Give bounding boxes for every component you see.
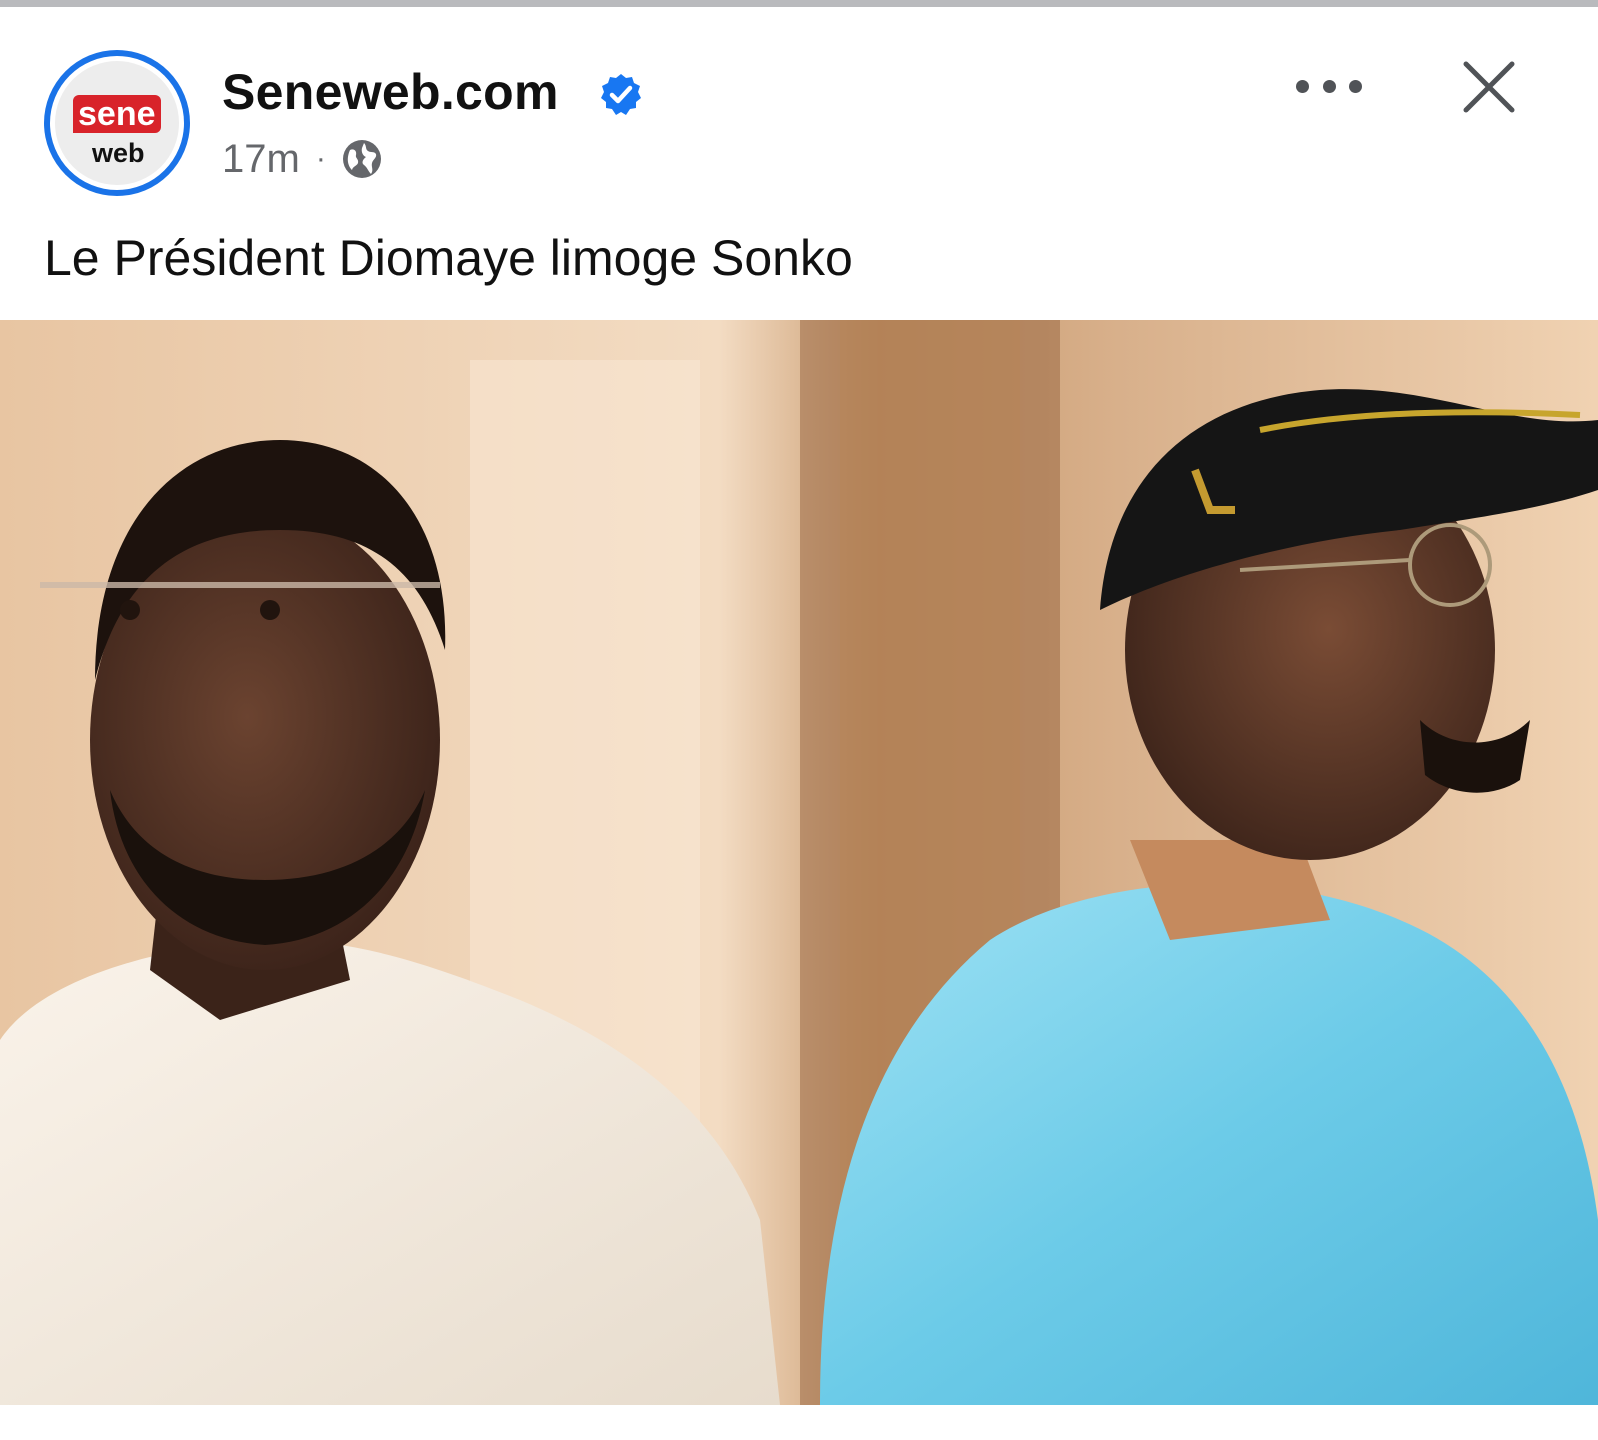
logo-sene-text: sene	[73, 95, 161, 133]
top-divider	[0, 0, 1598, 7]
post-viewer: sene web Seneweb.com 17m · Le Président …	[0, 0, 1598, 1440]
post-photo[interactable]	[0, 320, 1598, 1405]
logo-web-text: web	[92, 138, 145, 168]
more-options-button[interactable]	[1296, 66, 1362, 106]
verified-badge-icon	[601, 74, 641, 115]
post-timestamp[interactable]: 17m	[222, 137, 300, 182]
post-meta: 17m ·	[222, 134, 384, 184]
bottom-strip	[0, 1405, 1598, 1440]
seneweb-logo: sene web	[55, 61, 179, 185]
globe-icon	[342, 140, 381, 178]
post-caption: Le Président Diomaye limoge Sonko	[44, 230, 853, 286]
close-button[interactable]	[1460, 58, 1518, 116]
more-options-icon	[1296, 79, 1309, 93]
page-name-link[interactable]: Seneweb.com	[222, 62, 559, 122]
page-avatar[interactable]: sene web	[44, 50, 190, 196]
meta-separator: ·	[315, 142, 326, 175]
close-icon	[1463, 61, 1515, 113]
photo-illustration	[0, 320, 1598, 1405]
